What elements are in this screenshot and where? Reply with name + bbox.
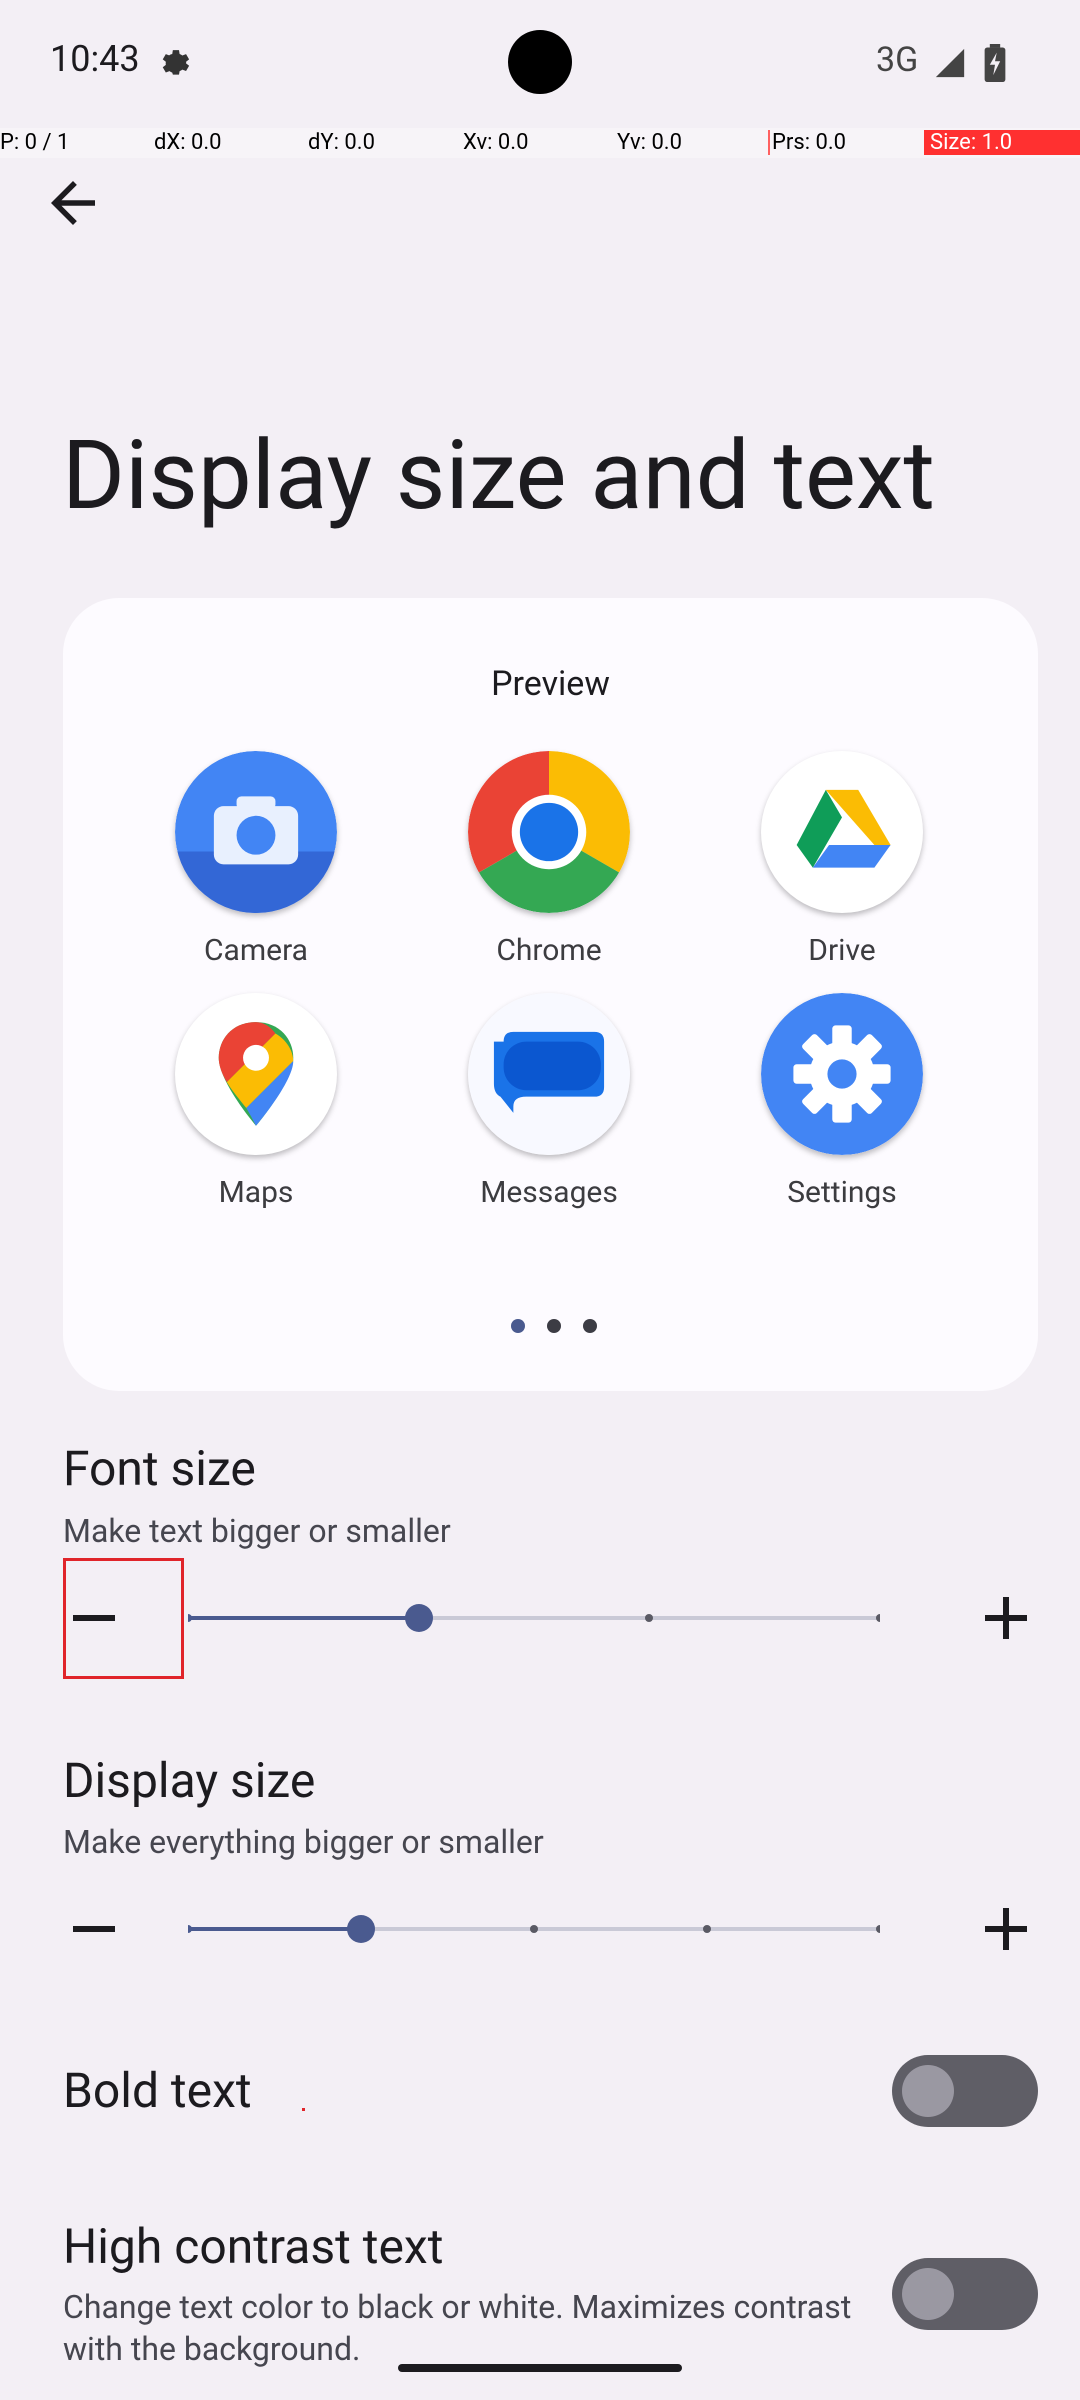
display-size-title: Display size <box>63 1752 316 1809</box>
slider-tick <box>645 1614 653 1622</box>
high-contrast-title: High contrast text <box>63 2218 444 2275</box>
bold-text-toggle[interactable] <box>892 2055 1038 2127</box>
touch-marker <box>302 2108 305 2111</box>
drive-icon <box>761 751 923 913</box>
settings-icon <box>761 993 923 1155</box>
chrome-icon <box>468 751 630 913</box>
overlay-dy: dY: 0.0 <box>308 130 375 155</box>
app-label: Settings <box>787 1175 897 1210</box>
network-type: 3G <box>876 40 919 80</box>
page-title: Display size and text <box>62 420 935 532</box>
overlay-xv: Xv: 0.0 <box>463 130 529 155</box>
bold-text-title: Bold text <box>63 2062 252 2119</box>
page-dot-active <box>511 1319 525 1333</box>
gesture-nav-handle[interactable] <box>398 2364 682 2372</box>
slider-tick <box>530 1925 538 1933</box>
slider-tick <box>876 1925 880 1933</box>
arrow-back-icon[interactable] <box>40 170 106 236</box>
page-dot <box>583 1319 597 1333</box>
high-contrast-subtitle: Change text color to black or white. Max… <box>63 2288 852 2368</box>
font-size-title: Font size <box>63 1440 256 1497</box>
app-label: Drive <box>808 933 876 968</box>
slider-thumb <box>347 1915 375 1943</box>
signal-icon <box>935 48 965 78</box>
display-size-slider[interactable] <box>188 1909 880 1949</box>
toggle-knob <box>902 2268 954 2320</box>
messages-icon <box>468 993 630 1155</box>
settings-gear-icon <box>162 50 190 75</box>
app-label: Camera <box>204 933 308 968</box>
app-label: Maps <box>218 1175 294 1210</box>
app-chrome: Chrome <box>429 751 669 968</box>
app-label: Messages <box>480 1175 618 1210</box>
page-indicator[interactable] <box>503 1316 603 1336</box>
display-size-increase-button[interactable] <box>970 1893 1042 1965</box>
overlay-size: Size: 1.0 <box>924 130 1080 155</box>
slider-thumb <box>405 1604 433 1632</box>
camera-cutout <box>508 30 572 94</box>
toggle-knob <box>902 2065 954 2117</box>
font-size-subtitle: Make text bigger or smaller <box>63 1512 451 1550</box>
font-size-slider[interactable] <box>188 1598 880 1638</box>
slider-tick <box>703 1925 711 1933</box>
battery-icon <box>984 44 1006 82</box>
status-time: 10:43 <box>50 38 140 80</box>
app-camera: Camera <box>136 751 376 968</box>
maps-icon <box>175 993 337 1155</box>
status-bar: 10:43 3G <box>0 0 1080 130</box>
app-maps: Maps <box>136 993 376 1210</box>
overlay-pressure: Prs: 0.0 <box>768 130 846 155</box>
overlay-yv: Yv: 0.0 <box>617 130 682 155</box>
slider-tick <box>188 1925 192 1933</box>
preview-card[interactable]: Preview Camera Chrome Drive Maps Message… <box>63 598 1038 1391</box>
app-label: Chrome <box>496 933 602 968</box>
app-messages: Messages <box>429 993 669 1210</box>
display-size-decrease-button[interactable] <box>58 1893 130 1965</box>
app-settings: Settings <box>722 993 962 1210</box>
slider-tick <box>876 1614 880 1622</box>
focus-highlight <box>63 1558 184 1679</box>
pointer-location-overlay: P: 0 / 1 dX: 0.0 dY: 0.0 Xv: 0.0 Yv: 0.0… <box>0 128 1080 158</box>
camera-icon <box>175 751 337 913</box>
display-size-subtitle: Make everything bigger or smaller <box>63 1823 544 1861</box>
high-contrast-toggle[interactable] <box>892 2258 1038 2330</box>
overlay-pointer: P: 0 / 1 <box>0 130 70 155</box>
overlay-dx: dX: 0.0 <box>154 130 222 155</box>
preview-label: Preview <box>491 664 610 704</box>
font-size-increase-button[interactable] <box>970 1582 1042 1654</box>
slider-tick <box>188 1614 192 1622</box>
app-drive: Drive <box>722 751 962 968</box>
page-dot <box>547 1319 561 1333</box>
